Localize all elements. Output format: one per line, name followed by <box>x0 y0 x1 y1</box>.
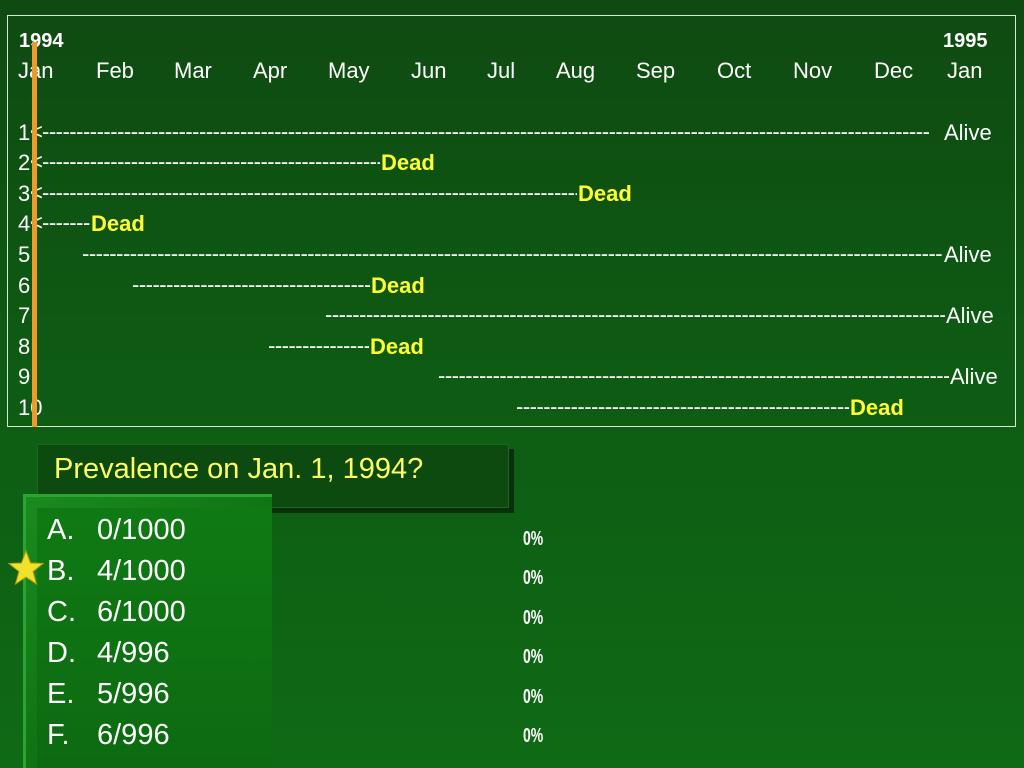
option-percent: 0% <box>523 646 544 668</box>
row-status: Dead <box>91 211 145 236</box>
month-label: Jun <box>411 58 447 83</box>
option-percent: 0% <box>523 528 544 550</box>
row-span: ----------------------------------------… <box>42 180 577 205</box>
option-letter: A. <box>47 514 75 546</box>
row-status: Dead <box>850 395 904 420</box>
option-text: 5/996 <box>97 678 170 710</box>
row-span: ----------------------------------------… <box>438 363 949 388</box>
month-label: Aug <box>556 58 596 83</box>
option-text: 4/1000 <box>97 555 186 587</box>
month-label: Jan <box>947 58 983 83</box>
option-text: 6/996 <box>97 719 170 751</box>
option-letter: D. <box>47 637 76 669</box>
star-icon <box>8 550 44 586</box>
start-date-line <box>32 42 37 427</box>
row-label: 4 <box>18 211 31 236</box>
row-label: 9 <box>18 364 31 389</box>
row-span: ----------------------------------------… <box>82 241 942 266</box>
question-text: Prevalence on Jan. 1, 1994? <box>54 453 424 485</box>
option-b[interactable]: B. 4/1000 <box>47 553 186 589</box>
row-span: ----------------------------------------… <box>325 302 945 327</box>
year-end-label: 1995 <box>943 30 988 52</box>
month-label: Oct <box>717 58 752 83</box>
month-label: Jul <box>487 58 516 83</box>
option-a[interactable]: A. 0/1000 <box>47 512 186 548</box>
month-label: Feb <box>96 58 134 83</box>
row-span: ----------------------------------------… <box>516 394 849 419</box>
option-text: 4/996 <box>97 637 170 669</box>
row-status: Alive <box>950 364 998 389</box>
row-label: 8 <box>18 334 31 359</box>
year-start-label: 1994 <box>19 30 64 52</box>
option-percent: 0% <box>523 686 544 708</box>
row-status: Dead <box>371 273 425 298</box>
option-letter: F. <box>47 719 70 751</box>
row-span: ---------- <box>42 210 90 235</box>
row-label: 3 <box>18 181 31 206</box>
row-span: ----------------------------------------… <box>132 272 370 297</box>
row-label: 1 <box>18 120 31 145</box>
row-status: Dead <box>381 150 435 175</box>
option-e[interactable]: E. 5/996 <box>47 676 170 712</box>
row-status: Dead <box>578 181 632 206</box>
option-f[interactable]: F. 6/996 <box>47 717 170 753</box>
option-letter: B. <box>47 555 75 587</box>
month-label: Nov <box>793 58 833 83</box>
month-label: May <box>328 58 370 83</box>
row-label: 7 <box>18 303 31 328</box>
option-text: 0/1000 <box>97 514 186 546</box>
option-percent: 0% <box>523 725 544 747</box>
month-label: Apr <box>253 58 288 83</box>
option-text: 6/1000 <box>97 596 186 628</box>
month-label: Dec <box>874 58 914 83</box>
option-d[interactable]: D. 4/996 <box>47 635 170 671</box>
option-percent: 0% <box>523 567 544 589</box>
option-letter: E. <box>47 678 75 710</box>
row-span: ----------------------------------------… <box>42 149 380 174</box>
row-span: -------------------- <box>268 333 369 358</box>
row-status: Alive <box>946 303 994 328</box>
row-label: 6 <box>18 273 31 298</box>
row-label: 10 <box>18 395 43 420</box>
row-label: 2 <box>18 150 31 175</box>
month-label: Sep <box>636 58 676 83</box>
row-span: ----------------------------------------… <box>42 119 930 144</box>
row-status: Alive <box>944 120 992 145</box>
option-percent: 0% <box>523 607 544 629</box>
month-label: Mar <box>174 58 212 83</box>
option-letter: C. <box>47 596 76 628</box>
row-label: 5 <box>18 242 31 267</box>
row-status: Alive <box>944 242 992 267</box>
option-c[interactable]: C. 6/1000 <box>47 594 186 630</box>
row-status: Dead <box>370 334 424 359</box>
